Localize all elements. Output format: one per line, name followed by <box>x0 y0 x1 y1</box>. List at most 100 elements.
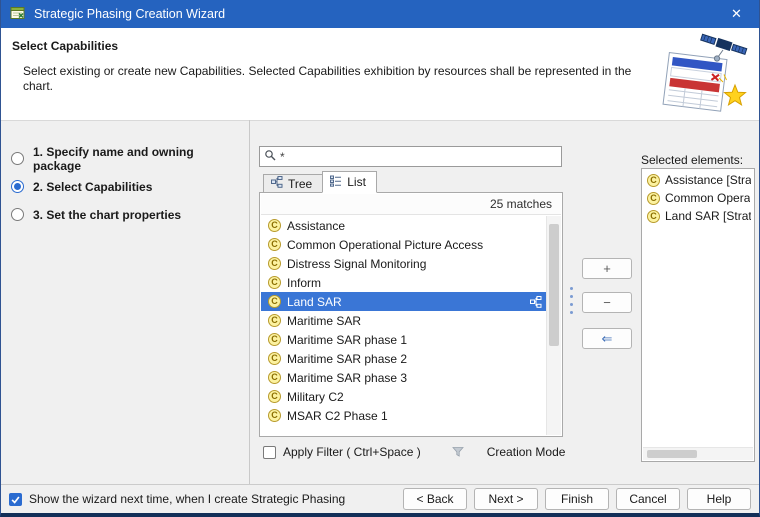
list-scrollbar-thumb[interactable] <box>549 224 559 346</box>
list-item[interactable]: C MSAR C2 Phase 1 <box>261 406 546 425</box>
list-item-label: Maritime SAR <box>287 314 361 328</box>
selected-panel-scrollbar[interactable] <box>643 447 753 460</box>
show-wizard-checkbox[interactable] <box>9 493 22 506</box>
capability-icon: C <box>268 314 281 327</box>
list-item[interactable]: C Maritime SAR <box>261 311 546 330</box>
selected-item-label: Land SAR [Strate <box>665 209 751 223</box>
list-item-label: Assistance <box>287 219 345 233</box>
show-in-tree-icon[interactable] <box>530 296 542 308</box>
apply-filter-label: Apply Filter ( Ctrl+Space ) <box>283 445 421 459</box>
step-label: 2. Select Capabilities <box>33 180 152 194</box>
capability-icon: C <box>268 409 281 422</box>
list-icon <box>330 175 342 190</box>
list-item[interactable]: C Maritime SAR phase 1 <box>261 330 546 349</box>
back-button[interactable]: < Back <box>403 488 467 510</box>
list-scrollbar[interactable] <box>546 216 561 435</box>
radio-button[interactable] <box>11 208 24 221</box>
step-specify-name[interactable]: 1. Specify name and owning package <box>11 150 245 167</box>
radio-button[interactable] <box>11 152 24 165</box>
tab-tree-label: Tree <box>288 177 312 191</box>
capability-icon: C <box>268 295 281 308</box>
tree-icon <box>271 176 283 191</box>
capability-icon: C <box>268 219 281 232</box>
capability-icon: C <box>268 238 281 251</box>
creation-mode-label: Creation Mode <box>487 445 566 459</box>
search-icon <box>264 149 277 165</box>
capability-icon: C <box>268 276 281 289</box>
footer-bar: Show the wizard next time, when I create… <box>1 484 759 513</box>
next-button[interactable]: Next > <box>474 488 538 510</box>
capability-icon: C <box>268 257 281 270</box>
selected-item[interactable]: C Common Opera <box>643 189 753 207</box>
capabilities-list: C Assistance C Common Operational Pictur… <box>261 216 546 435</box>
filter-funnel-icon <box>452 446 464 458</box>
splitter-handle[interactable] <box>570 287 573 314</box>
list-item[interactable]: C Assistance <box>261 216 546 235</box>
selected-item[interactable]: C Land SAR [Strate <box>643 207 753 225</box>
list-item[interactable]: C Inform <box>261 273 546 292</box>
list-item[interactable]: C Maritime SAR phase 2 <box>261 349 546 368</box>
list-item[interactable]: C Common Operational Picture Access <box>261 235 546 254</box>
wizard-illustration-satellite-chart <box>656 30 751 119</box>
step-label: 1. Specify name and owning package <box>33 145 245 173</box>
list-item-label: Military C2 <box>287 390 344 404</box>
list-item-label: Maritime SAR phase 3 <box>287 371 407 385</box>
list-item[interactable]: C Military C2 <box>261 387 546 406</box>
search-box[interactable] <box>259 146 562 167</box>
list-item-label: Inform <box>287 276 321 290</box>
remove-button[interactable]: − <box>582 292 632 313</box>
show-wizard-label: Show the wizard next time, when I create… <box>29 492 345 506</box>
list-item-label: Common Operational Picture Access <box>287 238 483 252</box>
close-button[interactable]: ✕ <box>714 0 759 28</box>
steps-separator <box>249 120 250 484</box>
finish-button[interactable]: Finish <box>545 488 609 510</box>
tab-list[interactable]: List <box>322 171 377 193</box>
selected-panel-scrollbar-thumb[interactable] <box>647 450 697 458</box>
capability-icon: C <box>268 333 281 346</box>
list-item-label: Maritime SAR phase 1 <box>287 333 407 347</box>
list-item[interactable]: C Distress Signal Monitoring <box>261 254 546 273</box>
list-item-label: Maritime SAR phase 2 <box>287 352 407 366</box>
filter-row: Apply Filter ( Ctrl+Space ) Creation Mod… <box>263 443 565 461</box>
selected-elements-list: C Assistance [Strat C Common Opera C Lan… <box>643 171 753 446</box>
capability-icon: C <box>268 371 281 384</box>
step-chart-properties[interactable]: 3. Set the chart properties <box>11 206 245 223</box>
page-title: Select Capabilities <box>12 39 118 53</box>
list-item-label: MSAR C2 Phase 1 <box>287 409 388 423</box>
apply-filter-checkbox[interactable] <box>263 446 276 459</box>
step-label: 3. Set the chart properties <box>33 208 181 222</box>
wizard-window: Strategic Phasing Creation Wizard ✕ Sele… <box>0 0 760 517</box>
list-item-selected[interactable]: C Land SAR <box>261 292 546 311</box>
app-icon <box>10 5 26 24</box>
capability-icon: C <box>647 174 660 187</box>
page-description: Select existing or create new Capabiliti… <box>23 64 641 94</box>
capabilities-list-panel: 25 matches C Assistance C Common Operati… <box>259 192 563 437</box>
list-item[interactable]: C Maritime SAR phase 3 <box>261 368 546 387</box>
search-input[interactable] <box>280 149 557 165</box>
wizard-steps: 1. Specify name and owning package 2. Se… <box>11 150 245 234</box>
close-icon: ✕ <box>731 6 742 22</box>
add-button[interactable]: + <box>582 258 632 279</box>
capability-icon: C <box>647 210 660 223</box>
cancel-button[interactable]: Cancel <box>616 488 680 510</box>
selected-item-label: Assistance [Strat <box>665 173 751 187</box>
wizard-header: Select Capabilities Select existing or c… <box>1 28 759 121</box>
title-bar: Strategic Phasing Creation Wizard ✕ <box>1 0 759 28</box>
tab-list-label: List <box>347 175 366 189</box>
capability-icon: C <box>647 192 660 205</box>
selected-elements-title: Selected elements: <box>641 153 743 167</box>
list-item-label: Distress Signal Monitoring <box>287 257 426 271</box>
match-count: 25 matches <box>261 194 561 215</box>
tab-tree[interactable]: Tree <box>263 174 323 193</box>
replace-button[interactable]: ⇐ <box>582 328 632 349</box>
selected-elements-panel: C Assistance [Strat C Common Opera C Lan… <box>641 168 755 462</box>
selected-item[interactable]: C Assistance [Strat <box>643 171 753 189</box>
selected-item-label: Common Opera <box>665 191 750 205</box>
list-item-label: Land SAR <box>287 295 342 309</box>
step-select-capabilities[interactable]: 2. Select Capabilities <box>11 178 245 195</box>
capability-icon: C <box>268 390 281 403</box>
help-button[interactable]: Help <box>687 488 751 510</box>
radio-button-selected[interactable] <box>11 180 24 193</box>
capability-icon: C <box>268 352 281 365</box>
view-tabs: Tree List <box>263 171 377 193</box>
